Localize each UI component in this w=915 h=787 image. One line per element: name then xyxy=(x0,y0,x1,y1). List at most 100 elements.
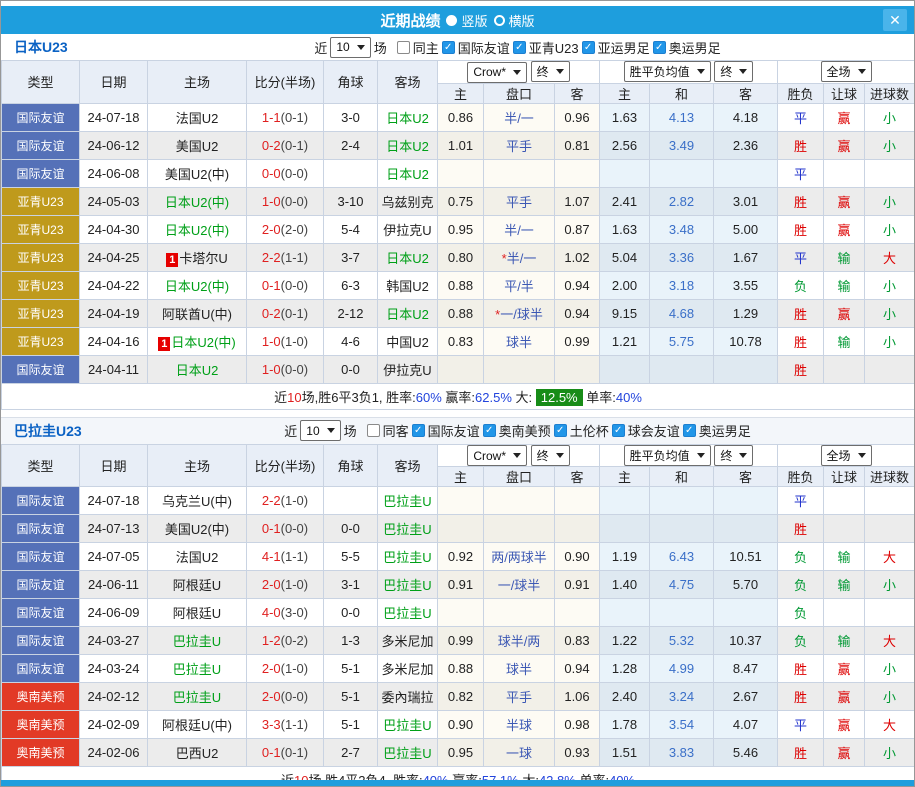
scope-select[interactable]: 全场 xyxy=(821,445,872,466)
competition-checkbox[interactable]: ✓ xyxy=(653,41,666,54)
scope-select[interactable]: 全场 xyxy=(821,61,872,82)
cell-date: 24-07-05 xyxy=(80,543,148,571)
near-count-select[interactable]: 10 xyxy=(330,37,370,58)
cell-away-team: 伊拉克U xyxy=(378,355,438,383)
cell-odds-away: 0.98 xyxy=(555,711,600,739)
cell-result: 胜 xyxy=(778,187,824,215)
col-header-home: 主场 xyxy=(148,444,247,487)
cell-spread-result-value: 赢 xyxy=(838,111,851,126)
dialog-bottom-bar xyxy=(1,780,914,786)
cell-spread-result-value: 输 xyxy=(838,335,851,350)
cell-goals-result: 小 xyxy=(865,187,915,215)
average-select[interactable]: 胜平负均值 xyxy=(624,445,711,466)
final-odds-select[interactable]: 终 xyxy=(531,61,570,82)
cell-spread-result: 赢 xyxy=(824,739,865,767)
cell-match-type: 奥南美预 xyxy=(2,739,80,767)
summary-segment: 62.5% xyxy=(475,390,512,405)
cell-handicap: 半/一 xyxy=(484,215,555,243)
final-avg-select[interactable]: 终 xyxy=(714,445,753,466)
cell-avg-draw xyxy=(650,487,714,515)
competition-checkbox[interactable]: ✓ xyxy=(483,424,496,437)
competition-checkbox[interactable]: ✓ xyxy=(554,424,567,437)
competition-checkbox[interactable]: ✓ xyxy=(612,424,625,437)
average-select[interactable]: 胜平负均值 xyxy=(624,61,711,82)
cell-result-value: 平 xyxy=(794,494,807,509)
cell-odds-home: 0.75 xyxy=(438,187,484,215)
cell-date: 24-04-16 xyxy=(80,327,148,355)
cell-avg-draw: 3.36 xyxy=(650,243,714,271)
bookmaker-select[interactable]: Crow* xyxy=(467,445,527,466)
full-time-score: 2-0 xyxy=(262,577,281,592)
away-team-name: 多米尼加 xyxy=(381,662,433,677)
subcol-handicap: 盘口 xyxy=(484,83,555,103)
cell-avg-away xyxy=(714,355,778,383)
home-team-name: 美国U2(中) xyxy=(165,522,229,537)
cell-handicap xyxy=(484,515,555,543)
avg-draw-value: 4.13 xyxy=(669,110,694,125)
col-header-date: 日期 xyxy=(80,444,148,487)
competition-checkbox[interactable]: ✓ xyxy=(442,41,455,54)
layout-radio-vertical[interactable]: 竖版 xyxy=(446,11,487,30)
competition-label: 土伦杯 xyxy=(570,421,609,440)
cell-handicap: 球半/两 xyxy=(484,627,555,655)
near-count-select-value: 10 xyxy=(336,40,349,54)
cell-date: 24-04-22 xyxy=(80,271,148,299)
cell-avg-draw: 6.43 xyxy=(650,543,714,571)
away-team-name: 伊拉克U xyxy=(383,223,431,238)
chevron-down-icon xyxy=(556,453,564,458)
radio-unselected-icon[interactable] xyxy=(494,15,505,26)
bookmaker-select[interactable]: Crow* xyxy=(467,62,527,83)
cell-result: 负 xyxy=(778,543,824,571)
cell-odds-away: 0.90 xyxy=(555,543,600,571)
near-label: 近 xyxy=(284,421,297,440)
full-time-score: 0-1 xyxy=(262,521,281,536)
cell-handicap xyxy=(484,355,555,383)
layout-radio-horizontal[interactable]: 横版 xyxy=(494,11,535,30)
cell-match-type: 亚青U23 xyxy=(2,243,80,271)
radio-vertical-label[interactable]: 竖版 xyxy=(461,11,487,30)
cell-corner: 5-1 xyxy=(324,711,378,739)
close-icon[interactable]: ✕ xyxy=(883,9,907,31)
cell-score: 2-0(2-0) xyxy=(247,215,324,243)
summary-segment: 60% xyxy=(416,390,442,405)
cell-avg-draw: 5.75 xyxy=(650,327,714,355)
competition-label: 奥运男足 xyxy=(669,38,721,57)
half-time-score: (0-0) xyxy=(281,166,308,181)
cell-away-team: 委內瑞拉 xyxy=(378,683,438,711)
away-team-name: 日本U2 xyxy=(386,167,429,182)
cell-avg-home: 1.63 xyxy=(600,103,650,131)
cell-match-type: 国际友谊 xyxy=(2,131,80,159)
competition-checkbox[interactable]: ✓ xyxy=(412,424,425,437)
final-avg-select-value: 终 xyxy=(720,447,732,464)
final-avg-select[interactable]: 终 xyxy=(714,61,753,82)
avg-draw-value: 3.83 xyxy=(669,745,694,760)
away-team-name: 巴拉圭U xyxy=(383,494,431,509)
handicap-value: 半/一 xyxy=(504,223,534,238)
cell-goals-result-value: 小 xyxy=(883,279,896,294)
cell-corner: 5-1 xyxy=(324,683,378,711)
chevron-down-icon xyxy=(739,453,747,458)
near-count-select[interactable]: 10 xyxy=(300,420,340,441)
cell-odds-home xyxy=(438,355,484,383)
radio-horizontal-label[interactable]: 横版 xyxy=(509,11,535,30)
bookmaker-select-value: Crow* xyxy=(473,449,506,463)
competition-checkbox[interactable]: ✓ xyxy=(582,41,595,54)
half-time-score: (0-0) xyxy=(281,689,308,704)
full-time-score: 1-0 xyxy=(262,334,281,349)
same-venue-checkbox[interactable] xyxy=(397,41,410,54)
full-time-score: 0-2 xyxy=(262,138,281,153)
cell-spread-result: 输 xyxy=(824,271,865,299)
final-odds-select[interactable]: 终 xyxy=(531,445,570,466)
cell-score: 2-2(1-1) xyxy=(247,243,324,271)
away-team-name: 多米尼加 xyxy=(381,634,433,649)
cell-odds-away: 0.94 xyxy=(555,299,600,327)
home-team-name: 法国U2 xyxy=(176,111,219,126)
summary-segment: 场,胜6平3负1, 胜率: xyxy=(302,390,416,405)
same-venue-checkbox[interactable] xyxy=(367,424,380,437)
cell-avg-home: 1.22 xyxy=(600,627,650,655)
competition-checkbox[interactable]: ✓ xyxy=(513,41,526,54)
radio-selected-icon[interactable] xyxy=(446,15,457,26)
competition-checkbox[interactable]: ✓ xyxy=(683,424,696,437)
cell-result-value: 胜 xyxy=(794,662,807,677)
cell-goals-result: 小 xyxy=(865,271,915,299)
